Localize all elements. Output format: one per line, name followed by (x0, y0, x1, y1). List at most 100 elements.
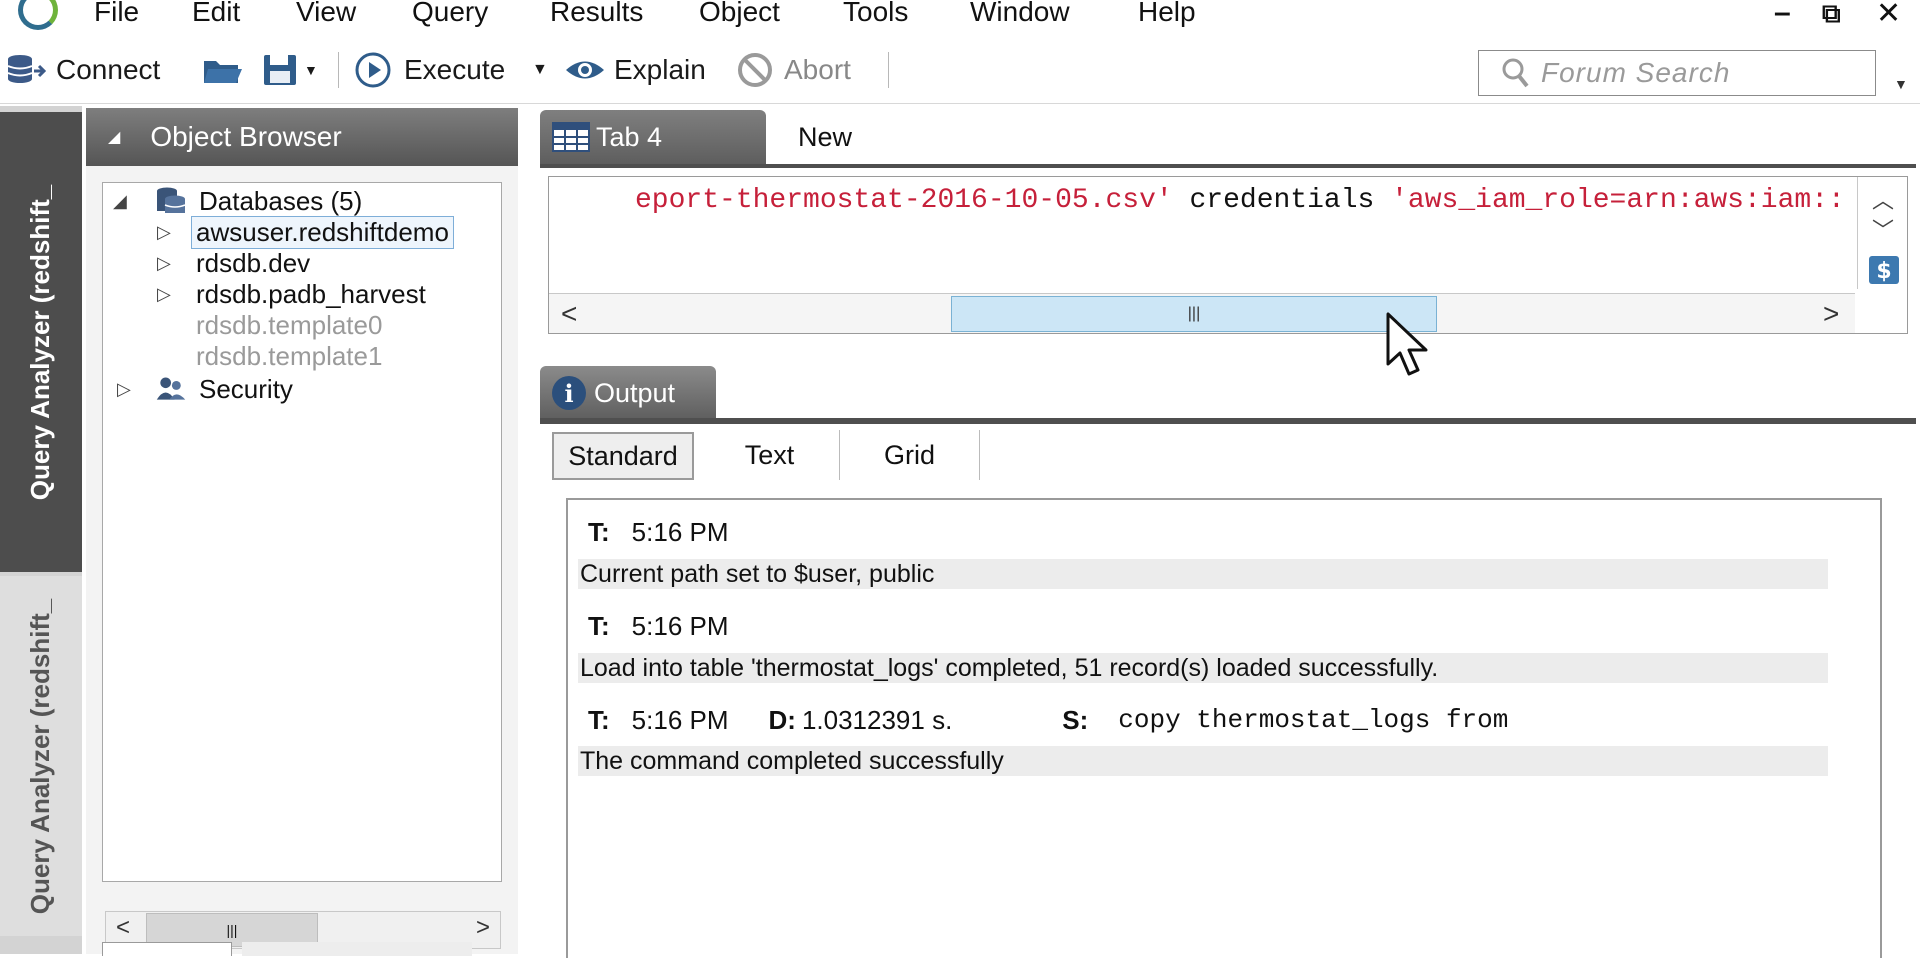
duration-label: D: (768, 704, 796, 735)
menu-file[interactable]: File (94, 0, 139, 28)
save-disk-icon (264, 55, 296, 85)
output-underline (540, 418, 1916, 424)
tree-node-database[interactable]: rdsdb.template1 (103, 338, 501, 374)
tab-new[interactable]: New (780, 110, 960, 164)
sql-editor[interactable]: eport-thermostat-2016-10-05.csv' credent… (548, 176, 1908, 334)
mode-standard[interactable]: Standard (552, 432, 694, 480)
mode-grid[interactable]: Grid (840, 430, 980, 480)
code-keyword: credentials (1172, 185, 1392, 216)
dollar-icon[interactable]: $ (1868, 255, 1900, 285)
menu-edit[interactable]: Edit (192, 0, 240, 28)
message-text: Current path set to $user, public (578, 559, 1828, 589)
explain-button[interactable]: Explain (564, 48, 706, 92)
tab-label: New (798, 121, 853, 152)
collapsed-arrow-icon[interactable]: ▷ (157, 222, 171, 243)
scroll-thumb[interactable]: ||| (951, 296, 1437, 332)
output-tab[interactable]: i Output (540, 366, 716, 420)
output-tab-label: Output (594, 377, 676, 408)
message-time: 5:16 PM (631, 704, 729, 735)
app-logo-icon (18, 0, 58, 30)
svg-text:$: $ (1876, 259, 1891, 284)
code-string: eport-thermostat-2016-10-05.csv' (635, 185, 1173, 216)
minimize-button[interactable]: – (1774, 0, 1791, 30)
message-header: T: 5:16 PM D: 1.0312391 s. S: copy therm… (588, 702, 1508, 738)
message-header: T: 5:16 PM (588, 608, 729, 644)
collapse-triangle-icon[interactable]: ◢ (108, 127, 120, 147)
abort-label: Abort (784, 54, 851, 85)
tab-label: Tab 4 (596, 121, 663, 152)
abort-button[interactable]: Abort (736, 48, 851, 92)
code-line[interactable]: eport-thermostat-2016-10-05.csv' credent… (635, 185, 1853, 216)
menu-results[interactable]: Results (550, 0, 643, 28)
save-button[interactable]: ▼ (262, 48, 318, 92)
object-browser-header[interactable]: ◢ Object Browser (86, 108, 518, 166)
toolbar-separator (338, 52, 339, 88)
code-string: 'aws_iam_role=arn:aws:iam:: (1391, 185, 1845, 216)
search-icon (1502, 58, 1529, 88)
chevron-down-icon[interactable]: ▼ (304, 62, 318, 78)
time-label: T: (588, 516, 610, 547)
tab-4[interactable]: Tab 4 (540, 110, 766, 164)
database-label[interactable]: rdsdb.padb_harvest (196, 279, 426, 310)
object-browser-title: Object Browser (150, 121, 342, 152)
output-messages: T: 5:16 PM Current path set to $user, pu… (566, 498, 1882, 958)
users-icon (156, 377, 186, 400)
collapsed-arrow-icon[interactable]: ▷ (117, 379, 131, 400)
message-time: 5:16 PM (631, 516, 729, 547)
object-browser-panel: ◢ Object Browser ◢ Databases (5) ▷ awsus… (86, 108, 518, 956)
editor-horizontal-scrollbar[interactable]: < ||| > (549, 293, 1855, 333)
message-text: Load into table 'thermostat_logs' comple… (578, 653, 1828, 683)
info-icon: i (552, 376, 586, 410)
collapsed-arrow-icon[interactable]: ▷ (157, 253, 171, 274)
connect-button[interactable]: Connect (6, 48, 160, 92)
execute-label: Execute (404, 54, 506, 85)
execute-button[interactable]: Execute (354, 48, 505, 92)
databases-icon (157, 187, 186, 213)
time-label: T: (588, 704, 610, 735)
expanded-arrow-icon[interactable]: ◢ (113, 191, 127, 212)
forum-search-box[interactable] (1478, 50, 1876, 96)
scroll-down-icon[interactable]: ﹀ (1872, 213, 1894, 245)
scroll-right-arrow-icon[interactable]: > (476, 914, 490, 942)
connect-label: Connect (56, 54, 161, 85)
toolbar-overflow-icon[interactable]: ▼ (1894, 76, 1908, 92)
restore-button[interactable]: ⧉ (1822, 0, 1841, 30)
menu-query[interactable]: Query (412, 0, 488, 28)
tree-node-security[interactable]: ▷ Security (103, 371, 501, 407)
side-tab-query-analyzer-active[interactable]: Query Analyzer (redshift_ (0, 112, 82, 572)
menu-object[interactable]: Object (699, 0, 780, 28)
folder-open-icon (204, 61, 242, 83)
time-label: T: (588, 610, 610, 641)
scroll-up-icon[interactable]: ︿ (1872, 183, 1894, 215)
menu-view[interactable]: View (296, 0, 356, 28)
menu-tools[interactable]: Tools (843, 0, 908, 28)
mode-text[interactable]: Text (700, 430, 840, 480)
scroll-left-arrow-icon[interactable]: < (561, 298, 577, 330)
side-tab-label: Query Analyzer (redshift_ (25, 598, 56, 914)
message-time: 5:16 PM (631, 610, 729, 641)
menu-window[interactable]: Window (970, 0, 1070, 28)
toolbar: Connect ▼ Execute ▼ Explain Abort Forum … (0, 40, 1920, 104)
database-label[interactable]: rdsdb.template1 (196, 341, 382, 372)
side-tab-query-analyzer[interactable]: Query Analyzer (redshift_ (0, 576, 82, 936)
grid-table-icon (552, 122, 590, 152)
scroll-left-arrow-icon[interactable]: < (116, 914, 130, 942)
document-tabs: Tab 4 New (540, 110, 1920, 166)
database-label[interactable]: rdsdb.template0 (196, 310, 382, 341)
collapsed-arrow-icon[interactable]: ▷ (157, 284, 171, 305)
message-duration: 1.0312391 s. (801, 704, 953, 735)
close-button[interactable]: ✕ (1876, 0, 1901, 31)
message-text: The command completed successfully (578, 746, 1828, 776)
menu-help[interactable]: Help (1138, 0, 1196, 28)
editor-vertical-scrollbar[interactable]: ︿ ﹀ $ (1857, 177, 1907, 289)
tab-strip-underline (540, 164, 1916, 168)
execute-dropdown-icon[interactable]: ▼ (532, 48, 548, 92)
scroll-right-arrow-icon[interactable]: > (1823, 298, 1839, 330)
abort-icon (738, 53, 772, 87)
database-label[interactable]: rdsdb.dev (196, 248, 310, 279)
forum-search-input[interactable] (1541, 57, 1861, 89)
databases-label: Databases (5) (199, 185, 363, 216)
database-label[interactable]: awsuser.redshiftdemo (191, 215, 454, 249)
open-button[interactable] (202, 48, 242, 92)
object-tree: ◢ Databases (5) ▷ awsuser.redshiftdemo ▷… (102, 182, 502, 949)
